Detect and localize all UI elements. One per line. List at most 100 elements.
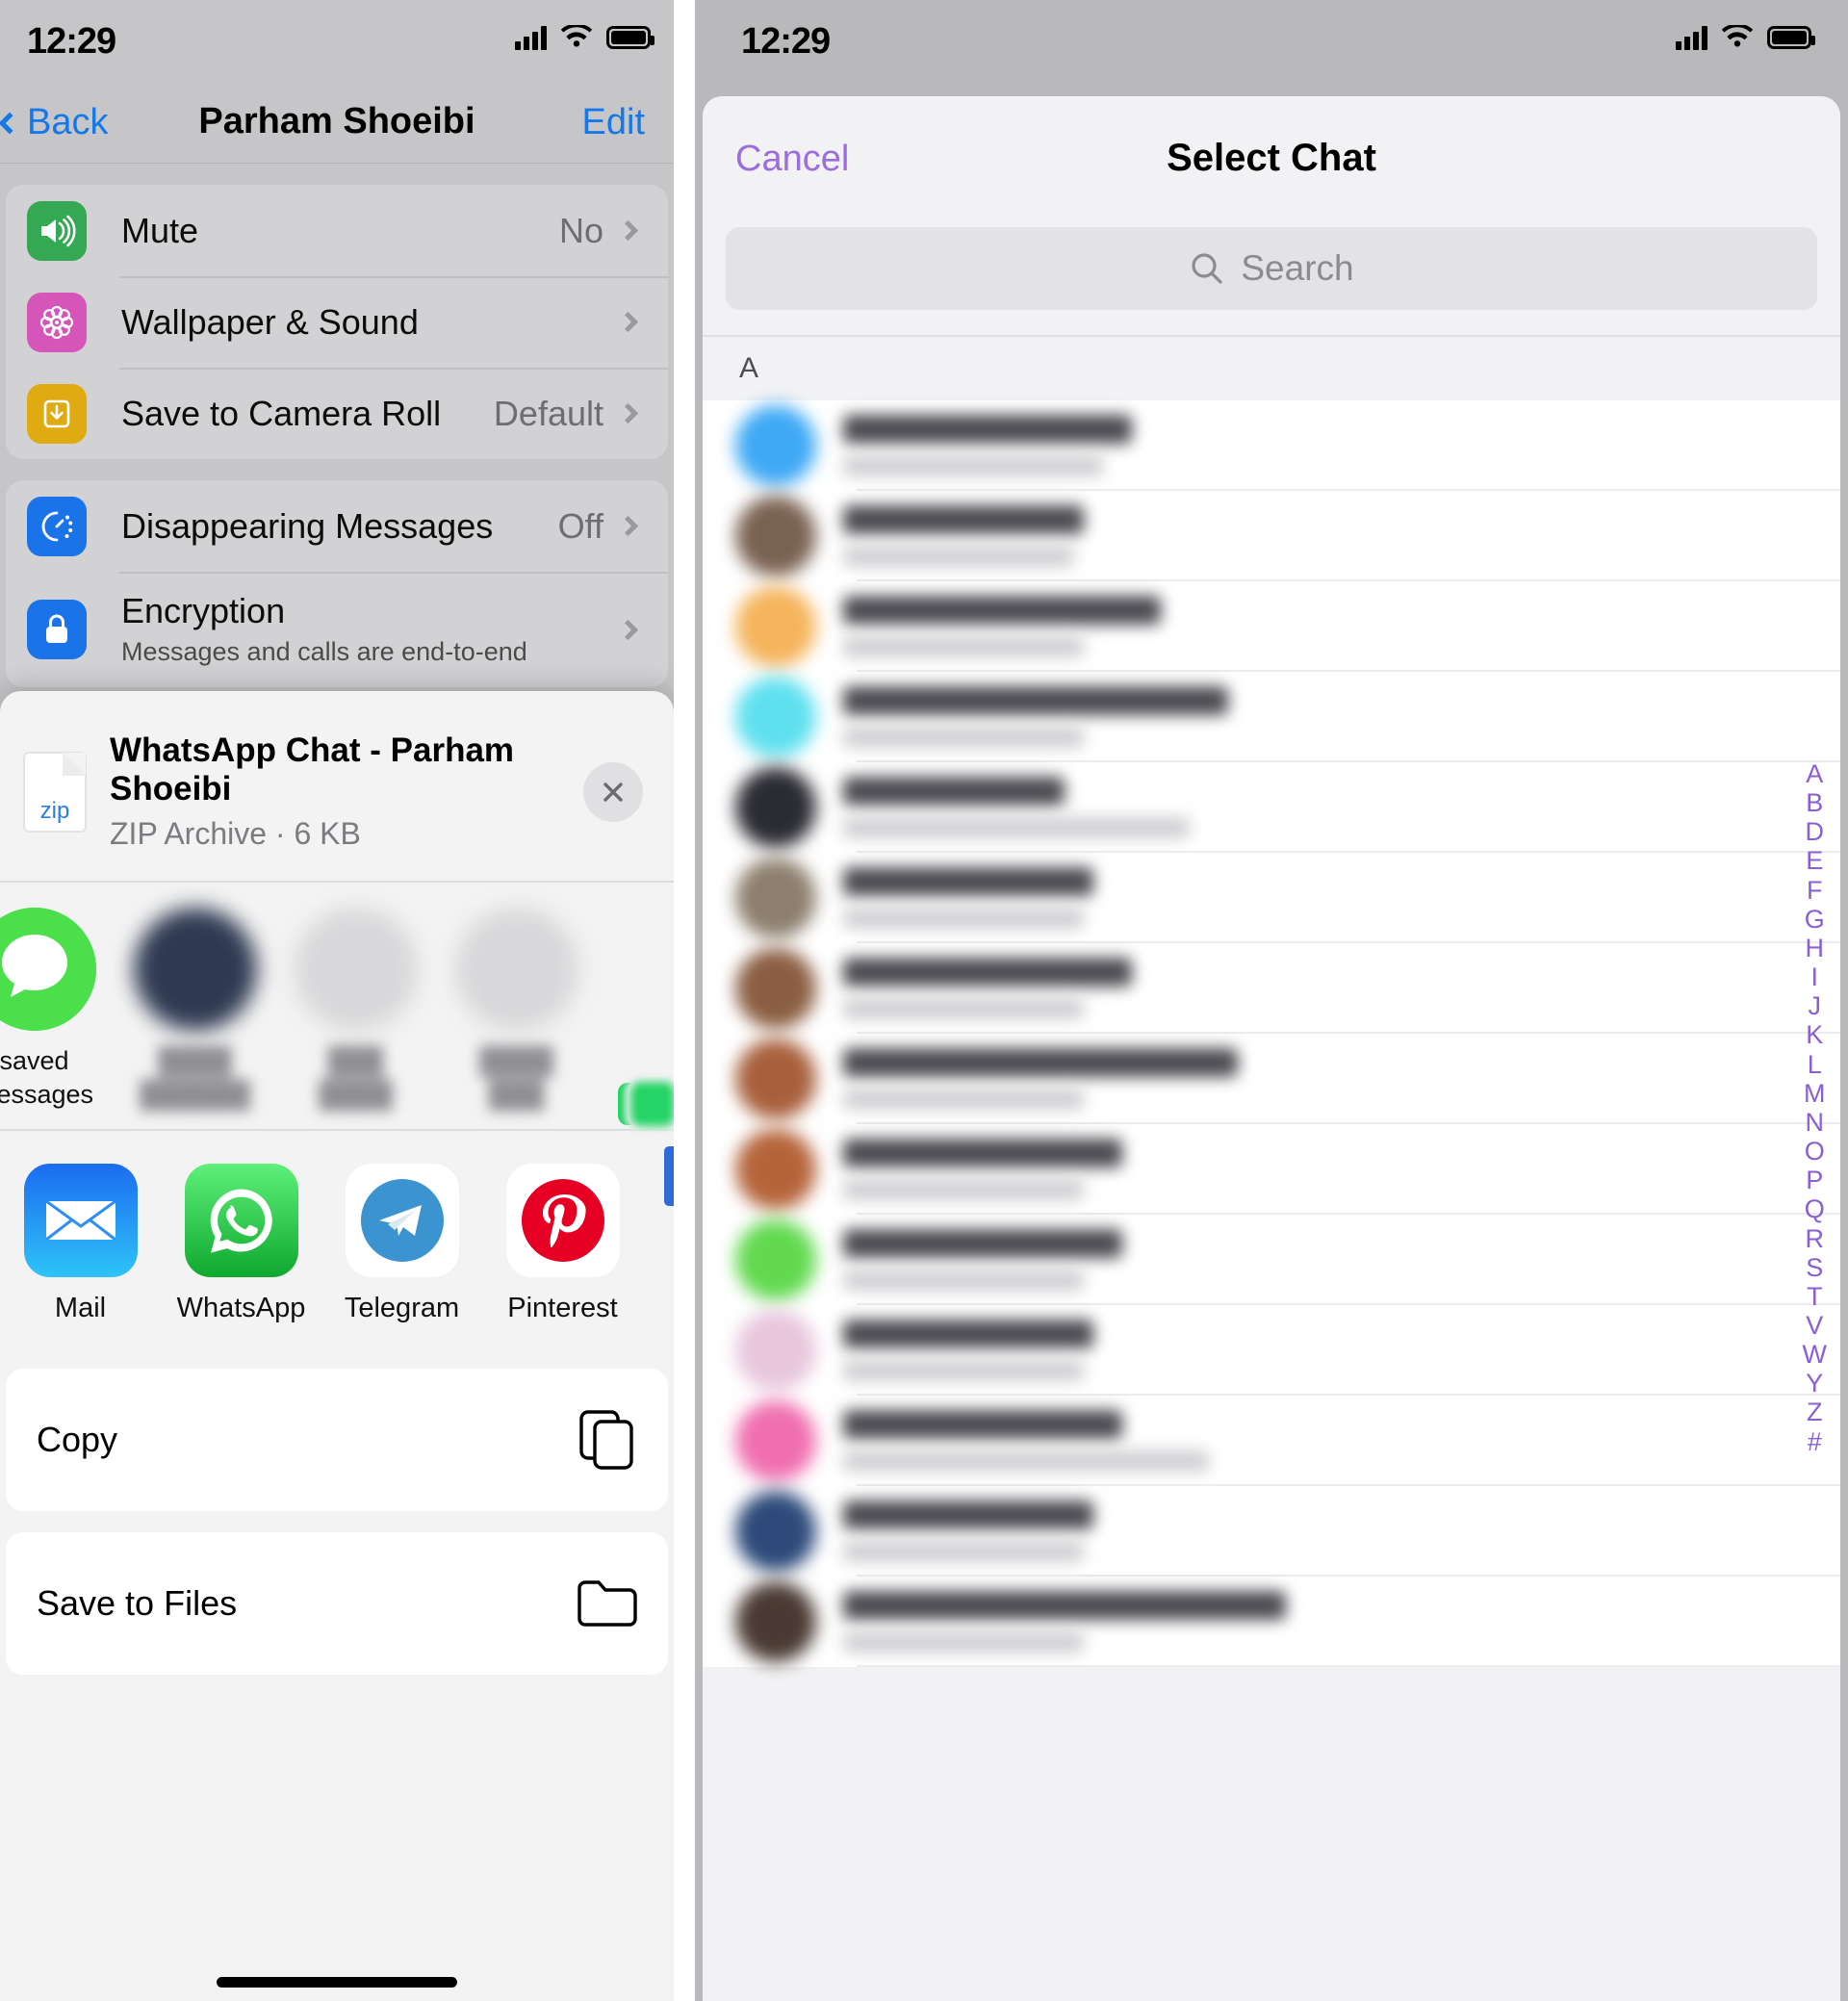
settings-row-label: Disappearing Messages	[121, 505, 494, 546]
list-item[interactable]	[703, 400, 1840, 491]
alphabet-index[interactable]: A B D E F G H I J K L M N O P Q R S T V W Y Z #	[1803, 759, 1827, 1456]
share-app-label: Pinterest	[507, 1293, 618, 1324]
index-letter[interactable]: V	[1806, 1311, 1823, 1340]
share-person-label: saved messages	[0, 1046, 94, 1110]
index-letter[interactable]: F	[1807, 876, 1823, 905]
encryption-subtitle: Messages and calls are end-to-end	[121, 637, 527, 667]
copy-icon	[579, 1410, 633, 1470]
index-letter[interactable]: J	[1809, 992, 1822, 1020]
list-item[interactable]	[703, 1034, 1840, 1124]
share-app-whatsapp[interactable]: WhatsApp	[161, 1164, 321, 1324]
index-letter[interactable]: I	[1811, 962, 1819, 991]
list-item[interactable]	[703, 762, 1840, 853]
share-person[interactable]: ███████	[275, 908, 674, 1130]
index-letter[interactable]: Z	[1807, 1398, 1823, 1426]
select-chat-sheet: Cancel Select Chat Search A A B D E F G …	[703, 96, 1840, 2001]
select-chat-title: Select Chat	[1167, 137, 1376, 179]
share-person-label: ███████	[319, 1046, 393, 1110]
share-person[interactable]: ████ ██████	[115, 908, 674, 1130]
speaker-icon	[27, 200, 87, 261]
index-letter[interactable]: #	[1808, 1427, 1822, 1456]
partial-app-icon[interactable]	[664, 1146, 674, 1207]
right-status-bar: 12:29	[695, 0, 1848, 85]
search-input[interactable]: Search	[726, 227, 1817, 310]
wifi-icon	[560, 25, 593, 47]
search-icon	[1192, 253, 1222, 284]
index-letter[interactable]: M	[1804, 1079, 1826, 1108]
index-letter[interactable]: B	[1806, 788, 1823, 817]
share-people-row: saved messages ██████████ ███████ ██████…	[0, 883, 674, 1130]
chevron-right-icon	[617, 515, 639, 537]
battery-icon	[1767, 26, 1815, 49]
whatsapp-icon	[628, 1079, 674, 1130]
index-letter[interactable]: L	[1808, 1050, 1822, 1079]
index-letter[interactable]: O	[1805, 1137, 1825, 1166]
whatsapp-icon	[184, 1164, 298, 1278]
chevron-right-icon	[617, 402, 639, 424]
share-action-copy[interactable]: Copy	[6, 1369, 668, 1512]
list-item[interactable]	[703, 1396, 1840, 1486]
share-person-saved-messages[interactable]: saved messages	[0, 908, 674, 1130]
list-item[interactable]	[703, 1215, 1840, 1305]
list-item[interactable]	[703, 1486, 1840, 1577]
wifi-icon	[1721, 25, 1754, 47]
list-item[interactable]	[703, 1305, 1840, 1396]
index-letter[interactable]: Q	[1805, 1195, 1825, 1223]
share-person-label: ███████	[479, 1046, 553, 1110]
share-app-pinterest[interactable]: Pinterest	[482, 1164, 643, 1324]
settings-row-wallpaper[interactable]: Wallpaper & Sound	[6, 276, 668, 368]
index-letter[interactable]: D	[1806, 818, 1825, 846]
index-letter[interactable]: T	[1807, 1282, 1823, 1311]
settings-row-disappearing-messages[interactable]: Disappearing Messages Off	[6, 480, 668, 572]
index-letter[interactable]: G	[1805, 905, 1825, 934]
list-item[interactable]	[703, 1577, 1840, 1667]
index-letter[interactable]: Y	[1806, 1370, 1823, 1398]
settings-row-label: Wallpaper & Sound	[121, 301, 419, 342]
encryption-title: Encryption	[121, 591, 286, 631]
telegram-icon	[345, 1164, 459, 1278]
share-app-mail[interactable]: Mail	[0, 1164, 161, 1324]
list-item[interactable]	[703, 491, 1840, 581]
edit-button[interactable]: Edit	[582, 102, 645, 143]
list-item[interactable]	[703, 943, 1840, 1034]
status-icons	[515, 25, 654, 50]
share-app-label: WhatsApp	[176, 1293, 306, 1324]
battery-icon	[606, 26, 654, 49]
status-icons	[1676, 25, 1815, 50]
list-item[interactable]	[703, 672, 1840, 762]
cellular-signal-icon	[515, 25, 547, 50]
list-item[interactable]	[703, 1124, 1840, 1215]
index-letter[interactable]: E	[1806, 847, 1823, 875]
settings-row-mute[interactable]: Mute No	[6, 185, 668, 276]
left-status-bar: 12:29	[0, 0, 674, 85]
mail-icon	[23, 1164, 138, 1278]
share-app-telegram[interactable]: Telegram	[321, 1164, 482, 1324]
index-letter[interactable]: R	[1806, 1224, 1825, 1253]
flower-icon	[27, 292, 87, 352]
cellular-signal-icon	[1676, 25, 1707, 50]
settings-row-save-camera-roll[interactable]: Save to Camera Roll Default	[6, 368, 668, 459]
index-letter[interactable]: W	[1803, 1340, 1827, 1369]
share-person[interactable]: ███████	[436, 908, 674, 1130]
share-action-save-to-files[interactable]: Save to Files	[6, 1532, 668, 1676]
index-letter[interactable]: A	[1806, 759, 1823, 788]
share-file-header: zip WhatsApp Chat - Parham Shoeibi ZIP A…	[0, 691, 674, 881]
share-file-subtitle: ZIP Archive · 6 KB	[110, 816, 361, 851]
share-person-label: ████ ██████	[140, 1046, 250, 1110]
search-bar-wrap: Search	[703, 227, 1840, 310]
index-letter[interactable]: S	[1806, 1253, 1823, 1282]
share-action-label: Save to Files	[37, 1583, 238, 1624]
index-letter[interactable]: H	[1806, 934, 1825, 962]
share-file-name: WhatsApp Chat - Parham Shoeibi	[110, 731, 515, 808]
settings-row-value: Off	[557, 505, 603, 546]
close-icon[interactable]	[583, 761, 643, 822]
share-sheet: zip WhatsApp Chat - Parham Shoeibi ZIP A…	[0, 691, 674, 2001]
settings-row-encryption[interactable]: Encryption Messages and calls are end-to…	[6, 572, 668, 687]
index-letter[interactable]: K	[1806, 1021, 1823, 1049]
index-letter[interactable]: N	[1806, 1108, 1825, 1137]
list-item[interactable]	[703, 581, 1840, 672]
list-item[interactable]	[703, 853, 1840, 943]
index-letter[interactable]: P	[1806, 1167, 1823, 1194]
share-app-label: Mail	[54, 1293, 107, 1324]
left-phone-screen: 12:29 Back Parham Shoeibi Edit Mute No W…	[0, 0, 674, 2001]
